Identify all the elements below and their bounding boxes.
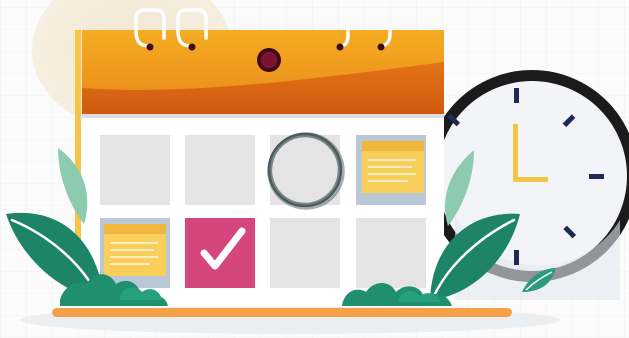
day-tile xyxy=(100,135,170,205)
checked-day-tile xyxy=(185,218,255,288)
day-tile xyxy=(356,218,426,288)
calendar-icon xyxy=(82,8,444,307)
illustration-canvas xyxy=(6,0,629,334)
day-tile xyxy=(270,218,340,288)
clock-minute-hand xyxy=(513,177,548,182)
ground-base xyxy=(52,308,512,317)
clock-hour-hand xyxy=(513,124,518,182)
calendar-illustration xyxy=(0,0,629,338)
day-tile xyxy=(185,135,255,205)
sticky-note-icon xyxy=(362,141,424,193)
sticky-note-icon xyxy=(104,224,166,276)
